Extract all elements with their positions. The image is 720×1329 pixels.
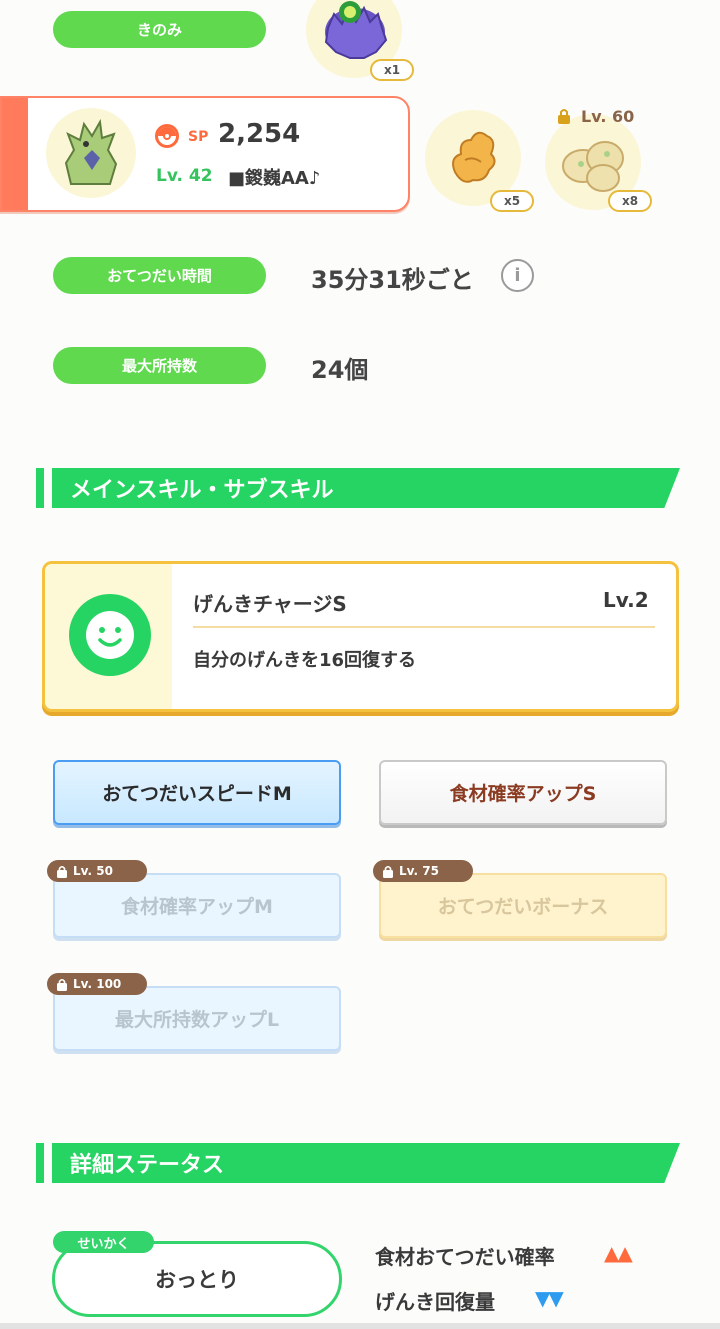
sp-label: SP xyxy=(188,129,209,145)
sub-skill-1[interactable]: おてつだいスピードM xyxy=(53,760,341,825)
sub-skill-3-lock-level: Lv. 50 xyxy=(73,864,113,878)
sub-skill-5[interactable]: 最大所持数アップL xyxy=(53,986,341,1051)
potato-lock-level: Lv. 60 xyxy=(581,107,635,126)
lock-icon xyxy=(555,107,573,125)
skill-description: 自分のげんきを16回復する xyxy=(193,650,417,671)
lock-icon xyxy=(57,978,67,991)
skill-level: Lv.2 xyxy=(603,588,649,612)
skill-icon-area xyxy=(45,564,172,709)
skill-name: げんきチャージS xyxy=(193,592,347,616)
sub-skill-3[interactable]: 食材確率アップM xyxy=(53,873,341,938)
skill-divider xyxy=(193,626,655,628)
sub-skill-4-lock-level: Lv. 75 xyxy=(399,864,439,878)
lock-icon xyxy=(57,865,67,878)
card-stripe xyxy=(2,98,28,210)
help-time-value: 35分31秒ごと xyxy=(311,266,474,294)
up-arrow-icon: ▲▲ xyxy=(604,1241,633,1265)
sub-skill-3-lock: Lv. 50 xyxy=(47,860,147,882)
sub-skill-4-lock: Lv. 75 xyxy=(373,860,473,882)
help-time-label: おてつだい時間 xyxy=(53,257,266,294)
section-tab xyxy=(36,468,44,508)
sub-skill-2[interactable]: 食材確率アップS xyxy=(379,760,667,825)
scroll-edge xyxy=(0,1323,720,1329)
sub-skill-4[interactable]: おてつだいボーナス xyxy=(379,873,667,938)
details-section-header: 詳細ステータス xyxy=(36,1143,682,1183)
sp-value: 2,254 xyxy=(218,119,301,149)
smile-face-icon xyxy=(69,594,151,676)
main-skill-card[interactable]: げんきチャージS Lv.2 自分のげんきを16回復する xyxy=(42,561,679,712)
skill-section-header: メインスキル・サブスキル xyxy=(36,468,682,508)
nature-down-effect: げんき回復量 xyxy=(375,1290,495,1314)
poke-ball-icon xyxy=(155,124,179,148)
berry-count: x1 xyxy=(370,59,414,81)
berry-label: きのみ xyxy=(53,11,266,48)
ginger-count: x5 xyxy=(490,190,534,212)
info-icon[interactable]: i xyxy=(501,259,534,292)
lock-icon xyxy=(383,865,393,878)
nature-tag: せいかく xyxy=(53,1231,154,1253)
section-title: 詳細ステータス xyxy=(52,1143,680,1183)
max-carry-label: 最大所持数 xyxy=(53,347,266,384)
nature-up-effect: 食材おてつだい確率 xyxy=(375,1245,555,1269)
section-tab xyxy=(36,1143,44,1183)
sub-skill-5-lock: Lv. 100 xyxy=(47,973,147,995)
pokemon-avatar xyxy=(46,108,136,198)
pokemon-card[interactable]: SP 2,254 Lv. 42 ■鍐巍AA♪ xyxy=(0,96,410,212)
sub-skill-5-lock-level: Lv. 100 xyxy=(73,977,122,991)
down-arrow-icon: ▼▼ xyxy=(535,1286,564,1310)
pokemon-level: Lv. 42 xyxy=(156,166,213,186)
pokemon-nickname: ■鍐巍AA♪ xyxy=(228,168,321,189)
max-carry-value: 24個 xyxy=(311,356,369,384)
section-title: メインスキル・サブスキル xyxy=(52,468,680,508)
potato-count: x8 xyxy=(608,190,652,212)
